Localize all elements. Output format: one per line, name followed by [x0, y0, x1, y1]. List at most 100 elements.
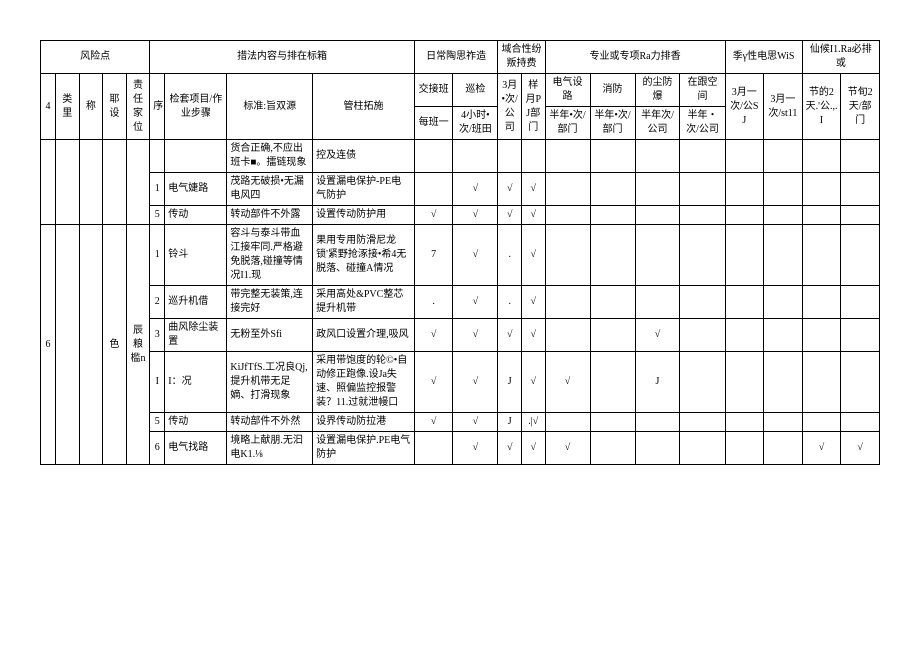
cell-c7: 转动部件不外露 [227, 206, 313, 225]
cell-c2 [79, 225, 103, 465]
cell-c7: 无粉至外Sfi [227, 319, 313, 352]
cell-c9: √ [414, 413, 453, 432]
cell-c19 [802, 352, 841, 413]
cell-c8: 设置漏电保护.PE电气防护 [313, 432, 415, 465]
cell-c13 [545, 225, 590, 286]
cell-c18 [764, 432, 803, 465]
cell-c11: J [498, 352, 522, 413]
hdr-c18: 3月一次/st11 [764, 74, 803, 140]
cell-c11: √ [498, 432, 522, 465]
cell-c12: √ [521, 206, 545, 225]
cell-c17 [725, 173, 764, 206]
cell-c16 [680, 432, 725, 465]
cell-c17 [725, 225, 764, 286]
hdr-c1: 类里 [55, 74, 79, 140]
hdr-c16a: 在跟空间 [680, 74, 725, 107]
hdr-c4: 责任家位 [126, 74, 150, 140]
cell-c8: 采用高处&PVC整芯提升机带 [313, 286, 415, 319]
cell-c10: √ [453, 352, 498, 413]
cell-c8: 设置传动防护用 [313, 206, 415, 225]
cell-c16 [680, 173, 725, 206]
hdr-c20: 节旬2天/部门 [841, 74, 880, 140]
cell-c14 [590, 352, 635, 413]
cell-c12: √ [521, 286, 545, 319]
cell-c16 [680, 319, 725, 352]
cell-c6: 铃斗 [165, 225, 227, 286]
cell-c12: √ [521, 352, 545, 413]
hdr-c7: 标准:旨双源 [227, 74, 313, 140]
cell-c20 [841, 225, 880, 286]
cell-c6: 传动 [165, 206, 227, 225]
hdr-c2: 称 [79, 74, 103, 140]
hdr-grp1: 风险点 [41, 41, 150, 74]
cell-c5: 2 [150, 286, 165, 319]
cell-c13 [545, 140, 590, 173]
cell-c16 [680, 225, 725, 286]
cell-c6: 电气找路 [165, 432, 227, 465]
risk-inspection-table: 风险点 措法内容与排在标箱 日常陶思祚造 域合性纷叛持费 专业或专项Ra力排香 … [40, 40, 880, 465]
cell-c5: 1 [150, 225, 165, 286]
cell-c9: √ [414, 352, 453, 413]
cell-c16 [680, 206, 725, 225]
cell-c15 [635, 140, 680, 173]
cell-c0 [41, 140, 56, 225]
cell-c8: 采用带饱度的轮©•自动修正跑像.设Ja失速、照偏监控报警装？11.过就泄幔口 [313, 352, 415, 413]
cell-c15 [635, 286, 680, 319]
cell-c17 [725, 140, 764, 173]
hdr-c13b: 半年•次/部门 [545, 107, 590, 140]
cell-c1 [55, 140, 79, 225]
cell-c13: √ [545, 432, 590, 465]
hdr-c15a: 的尘防爆 [635, 74, 680, 107]
cell-c5: 5 [150, 206, 165, 225]
cell-c17 [725, 432, 764, 465]
hdr-grp6: 季γ性电思WiS [725, 41, 802, 74]
table-row: 5 传动 转动部件不外露 设置传动防护用 √ √ √ √ [41, 206, 880, 225]
cell-c8: 设界传动防拉港 [313, 413, 415, 432]
hdr-c5: 序 [150, 74, 165, 140]
hdr-grp3: 日常陶思祚造 [414, 41, 498, 74]
cell-c17 [725, 352, 764, 413]
cell-c13 [545, 286, 590, 319]
cell-c20 [841, 286, 880, 319]
cell-c20 [841, 413, 880, 432]
cell-c15 [635, 432, 680, 465]
cell-c18 [764, 352, 803, 413]
cell-c4: 辰粮槛n [126, 225, 150, 465]
cell-c19 [802, 286, 841, 319]
cell-c7: 境略上献朋.无汩电K1.⅛ [227, 432, 313, 465]
cell-c9 [414, 173, 453, 206]
cell-c3: 色 [103, 225, 127, 465]
cell-c14 [590, 140, 635, 173]
cell-c0: 6 [41, 225, 56, 465]
cell-c15: J [635, 352, 680, 413]
cell-c18 [764, 225, 803, 286]
cell-c14 [590, 206, 635, 225]
cell-c12: .|√ [521, 413, 545, 432]
hdr-c9b: 每班一 [414, 107, 453, 140]
cell-c10: √ [453, 413, 498, 432]
cell-c10: √ [453, 432, 498, 465]
cell-c8: 政风口设置介理,吸风 [313, 319, 415, 352]
cell-c7: 茂路无破损•无漏电风四 [227, 173, 313, 206]
cell-c12: √ [521, 319, 545, 352]
cell-c20 [841, 206, 880, 225]
cell-c9: √ [414, 319, 453, 352]
cell-c12: √ [521, 225, 545, 286]
hdr-c14a: 消防 [590, 74, 635, 107]
cell-c19 [802, 140, 841, 173]
cell-c20 [841, 319, 880, 352]
hdr-c16b: 半年・次/公司 [680, 107, 725, 140]
cell-c8: 果用专用防滑尼龙锁'紧野抢涿接•希4无脱落、碰撞A情况 [313, 225, 415, 286]
cell-c6: 电气婕路 [165, 173, 227, 206]
cell-c11: √ [498, 173, 522, 206]
cell-c5: 1 [150, 173, 165, 206]
cell-c14 [590, 413, 635, 432]
hdr-c11: 3月•次/公司 [498, 74, 522, 140]
cell-c11: . [498, 225, 522, 286]
cell-c10: √ [453, 206, 498, 225]
cell-c10 [453, 140, 498, 173]
cell-c16 [680, 140, 725, 173]
cell-c18 [764, 140, 803, 173]
header-row-1: 风险点 措法内容与排在标箱 日常陶思祚造 域合性纷叛持费 专业或专项Ra力排香 … [41, 41, 880, 74]
cell-c9: 7 [414, 225, 453, 286]
